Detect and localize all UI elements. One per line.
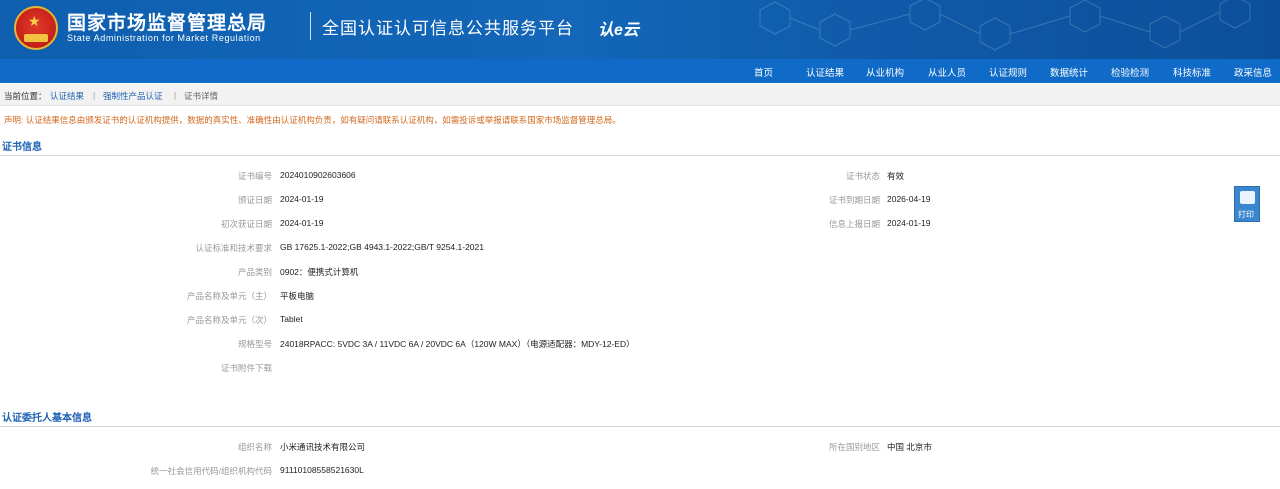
first-cert-date-value: 2024-01-19 xyxy=(280,218,324,228)
section-divider xyxy=(0,426,1280,427)
field-label: 证书编号 xyxy=(237,171,272,181)
nav-item-standards[interactable]: 科技标准 xyxy=(1173,65,1211,79)
nav-item-procurement[interactable]: 政采信息 xyxy=(1234,65,1272,79)
nav-item-cert-results[interactable]: 认证结果 xyxy=(806,65,844,79)
expiry-date-value: 2026-04-19 xyxy=(887,194,931,204)
platform-title[interactable]: 全国认证认可信息公共服务平台 xyxy=(322,14,574,39)
site-header: ★ 国家市场监督管理总局 State Administration for Ma… xyxy=(0,0,1280,59)
agency-title[interactable]: 国家市场监督管理总局 xyxy=(67,8,267,35)
print-label: 打印 xyxy=(1238,210,1254,219)
main-nav: 首页 认证结果 从业机构 从业人员 认证规则 数据统计 检验检测 科技标准 政采… xyxy=(0,59,1280,83)
product-category-value: 0902：便携式计算机 xyxy=(280,267,359,277)
model-spec-value: 24018RPACC: 5VDC 3A / 11VDC 6A / 20VDC 6… xyxy=(280,339,635,349)
breadcrumb-separator: | xyxy=(93,90,96,100)
national-emblem-logo: ★ xyxy=(14,6,58,50)
field-label: 组织名称 xyxy=(237,442,272,452)
org-name-value: 小米通讯技术有限公司 xyxy=(280,442,366,452)
section-title-client: 认证委托人基本信息 xyxy=(2,413,92,424)
nav-item-personnel[interactable]: 从业人员 xyxy=(928,65,966,79)
print-button[interactable]: 打印 xyxy=(1234,186,1260,222)
field-label: 产品名称及单元（次） xyxy=(186,315,272,325)
nav-item-cert-rules[interactable]: 认证规则 xyxy=(989,65,1027,79)
field-label: 证书附件下载 xyxy=(220,363,272,373)
report-date-value: 2024-01-19 xyxy=(887,218,931,228)
cert-number-value: 2024010902603606 xyxy=(280,170,356,180)
printer-icon xyxy=(1240,191,1255,204)
agency-title-en: State Administration for Market Regulati… xyxy=(67,33,261,43)
nav-item-testing[interactable]: 检验检测 xyxy=(1111,65,1149,79)
field-label: 证书状态 xyxy=(845,171,880,181)
section-divider xyxy=(0,155,1280,156)
header-divider xyxy=(310,12,311,40)
field-label: 产品名称及单元（主） xyxy=(186,291,272,301)
section-title-certificate: 证书信息 xyxy=(2,142,42,153)
field-label: 认证标准和技术要求 xyxy=(195,243,272,253)
breadcrumb-ccc[interactable]: 强制性产品认证 xyxy=(103,90,163,102)
star-icon: ★ xyxy=(28,13,41,29)
field-label: 统一社会信用代码/组织机构代码 xyxy=(150,466,272,476)
breadcrumb: 当前位置： 认证结果 | 强制性产品认证 | 证书详情 xyxy=(0,84,1280,106)
field-label: 所在国别地区 xyxy=(828,442,880,452)
nav-item-statistics[interactable]: 数据统计 xyxy=(1050,65,1088,79)
field-label: 规格型号 xyxy=(237,339,272,349)
disclaimer-notice: 声明: 认证结果信息由颁发证书的认证机构提供，数据的真实性、准确性由认证机构负责… xyxy=(4,115,621,125)
cert-status-value: 有效 xyxy=(887,171,905,181)
standards-value: GB 17625.1-2022;GB 4943.1-2022;GB/T 9254… xyxy=(280,242,484,252)
credit-code-value: 91110108558521630L xyxy=(280,465,364,475)
field-label: 初次获证日期 xyxy=(220,219,272,229)
field-label: 证书到期日期 xyxy=(828,195,880,205)
field-label: 产品类别 xyxy=(237,267,272,277)
breadcrumb-prefix: 当前位置： xyxy=(4,91,47,101)
product-name-sub-value: Tablet xyxy=(280,314,303,324)
region-value: 中国 北京市 xyxy=(887,442,932,452)
platform-logo: 认e云 xyxy=(598,22,639,39)
breadcrumb-cert-results[interactable]: 认证结果 xyxy=(50,90,84,102)
field-label: 颁证日期 xyxy=(237,195,272,205)
issue-date-value: 2024-01-19 xyxy=(280,194,324,204)
nav-item-home[interactable]: 首页 xyxy=(754,65,773,79)
breadcrumb-separator: | xyxy=(174,90,177,100)
nav-item-institutions[interactable]: 从业机构 xyxy=(866,65,904,79)
hex-pattern-decoration xyxy=(759,0,1251,51)
field-label: 信息上报日期 xyxy=(828,219,880,229)
product-name-main-value: 平板电脑 xyxy=(280,291,315,301)
breadcrumb-current: 证书详情 xyxy=(184,91,219,101)
